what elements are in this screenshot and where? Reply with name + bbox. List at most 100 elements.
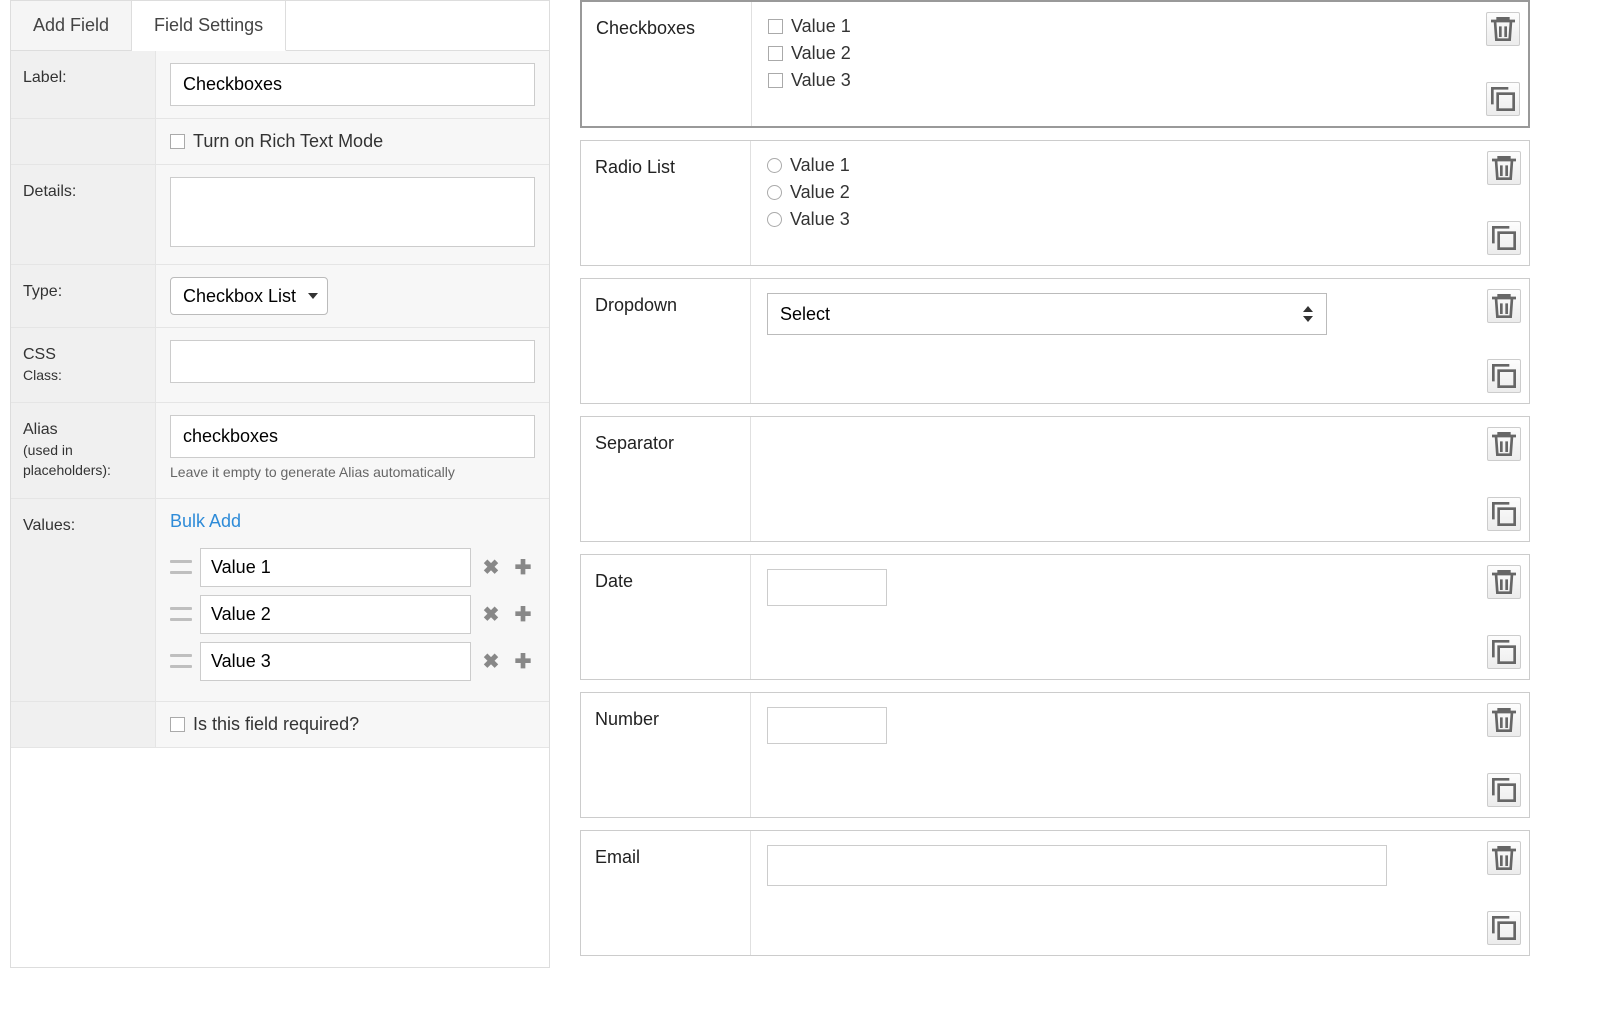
trash-icon	[1488, 152, 1520, 184]
label-input[interactable]	[170, 63, 535, 106]
label-label: Label:	[11, 51, 156, 118]
rich-text-label: Turn on Rich Text Mode	[193, 131, 383, 152]
empty-label	[11, 702, 156, 747]
delete-field-button[interactable]	[1487, 427, 1521, 461]
details-label: Details:	[11, 165, 156, 264]
delete-field-button[interactable]	[1486, 12, 1520, 46]
alias-input[interactable]	[170, 415, 535, 458]
required-label: Is this field required?	[193, 714, 359, 735]
delete-field-button[interactable]	[1487, 289, 1521, 323]
preview-field-separator[interactable]: Separator	[580, 416, 1530, 542]
css-class-label: CSS Class:	[11, 328, 156, 402]
number-input[interactable]	[767, 707, 887, 744]
alias-hint: Leave it empty to generate Alias automat…	[170, 464, 535, 480]
radio-option[interactable]: Value 1	[767, 155, 850, 176]
checkbox-icon	[170, 134, 185, 149]
values-label: Values:	[11, 499, 156, 701]
duplicate-field-button[interactable]	[1487, 497, 1521, 531]
duplicate-field-button[interactable]	[1486, 82, 1520, 116]
radio-icon	[767, 212, 782, 227]
trash-icon	[1488, 290, 1520, 322]
value-row: ✖ ✚	[170, 595, 535, 634]
field-label: Email	[581, 831, 751, 955]
date-input[interactable]	[767, 569, 887, 606]
field-settings-panel: Add Field Field Settings Label: Turn on …	[10, 0, 550, 968]
trash-icon	[1488, 566, 1520, 598]
value-row: ✖ ✚	[170, 642, 535, 681]
add-value-button[interactable]: ✚	[511, 649, 535, 673]
delete-field-button[interactable]	[1487, 565, 1521, 599]
email-input[interactable]	[767, 845, 1387, 886]
duplicate-field-button[interactable]	[1487, 359, 1521, 393]
copy-icon	[1488, 774, 1520, 806]
preview-field-dropdown[interactable]: Dropdown Select	[580, 278, 1530, 404]
preview-field-email[interactable]: Email	[580, 830, 1530, 956]
trash-icon	[1487, 13, 1519, 45]
remove-value-button[interactable]: ✖	[479, 602, 503, 626]
checkbox-option[interactable]: Value 2	[768, 43, 851, 64]
copy-icon	[1487, 83, 1519, 115]
value-row: ✖ ✚	[170, 548, 535, 587]
trash-icon	[1488, 428, 1520, 460]
field-label: Checkboxes	[582, 2, 752, 126]
tabs: Add Field Field Settings	[11, 1, 549, 51]
preview-field-date[interactable]: Date	[580, 554, 1530, 680]
rich-text-toggle[interactable]: Turn on Rich Text Mode	[170, 131, 535, 152]
duplicate-field-button[interactable]	[1487, 221, 1521, 255]
required-toggle[interactable]: Is this field required?	[170, 714, 535, 735]
type-select[interactable]: Checkbox List	[170, 277, 328, 315]
drag-handle-icon[interactable]	[170, 654, 192, 668]
dropdown-select[interactable]: Select	[767, 293, 1327, 335]
drag-handle-icon[interactable]	[170, 607, 192, 621]
tab-add-field[interactable]: Add Field	[11, 1, 132, 50]
radio-icon	[767, 185, 782, 200]
alias-label: Alias (used in placeholders):	[11, 403, 156, 497]
empty-label	[11, 119, 156, 164]
remove-value-button[interactable]: ✖	[479, 555, 503, 579]
duplicate-field-button[interactable]	[1487, 773, 1521, 807]
value-input-2[interactable]	[200, 595, 471, 634]
add-value-button[interactable]: ✚	[511, 602, 535, 626]
trash-icon	[1488, 842, 1520, 874]
details-input[interactable]	[170, 177, 535, 247]
preview-field-number[interactable]: Number	[580, 692, 1530, 818]
delete-field-button[interactable]	[1487, 841, 1521, 875]
field-label: Separator	[581, 417, 751, 541]
value-input-3[interactable]	[200, 642, 471, 681]
radio-option[interactable]: Value 3	[767, 209, 850, 230]
checkbox-icon	[768, 73, 783, 88]
value-input-1[interactable]	[200, 548, 471, 587]
type-label: Type:	[11, 265, 156, 327]
css-class-input[interactable]	[170, 340, 535, 383]
checkbox-list: Value 1 Value 2 Value 3	[768, 16, 851, 91]
field-label: Number	[581, 693, 751, 817]
checkbox-icon	[768, 46, 783, 61]
delete-field-button[interactable]	[1487, 703, 1521, 737]
copy-icon	[1488, 360, 1520, 392]
tab-field-settings[interactable]: Field Settings	[132, 1, 286, 51]
checkbox-icon	[170, 717, 185, 732]
radio-option[interactable]: Value 2	[767, 182, 850, 203]
delete-field-button[interactable]	[1487, 151, 1521, 185]
form-preview-panel: Checkboxes Value 1 Value 2 Value 3 Radio…	[580, 0, 1530, 968]
settings-body[interactable]: Label: Turn on Rich Text Mode Details:	[11, 51, 549, 748]
radio-icon	[767, 158, 782, 173]
copy-icon	[1488, 222, 1520, 254]
drag-handle-icon[interactable]	[170, 560, 192, 574]
add-value-button[interactable]: ✚	[511, 555, 535, 579]
preview-field-checkboxes[interactable]: Checkboxes Value 1 Value 2 Value 3	[580, 0, 1530, 128]
field-label: Dropdown	[581, 279, 751, 403]
duplicate-field-button[interactable]	[1487, 635, 1521, 669]
field-label: Date	[581, 555, 751, 679]
duplicate-field-button[interactable]	[1487, 911, 1521, 945]
checkbox-option[interactable]: Value 3	[768, 70, 851, 91]
field-label: Radio List	[581, 141, 751, 265]
copy-icon	[1488, 912, 1520, 944]
radio-list: Value 1 Value 2 Value 3	[767, 155, 850, 230]
checkbox-option[interactable]: Value 1	[768, 16, 851, 37]
remove-value-button[interactable]: ✖	[479, 649, 503, 673]
trash-icon	[1488, 704, 1520, 736]
preview-field-radio[interactable]: Radio List Value 1 Value 2 Value 3	[580, 140, 1530, 266]
bulk-add-link[interactable]: Bulk Add	[170, 511, 241, 532]
copy-icon	[1488, 636, 1520, 668]
